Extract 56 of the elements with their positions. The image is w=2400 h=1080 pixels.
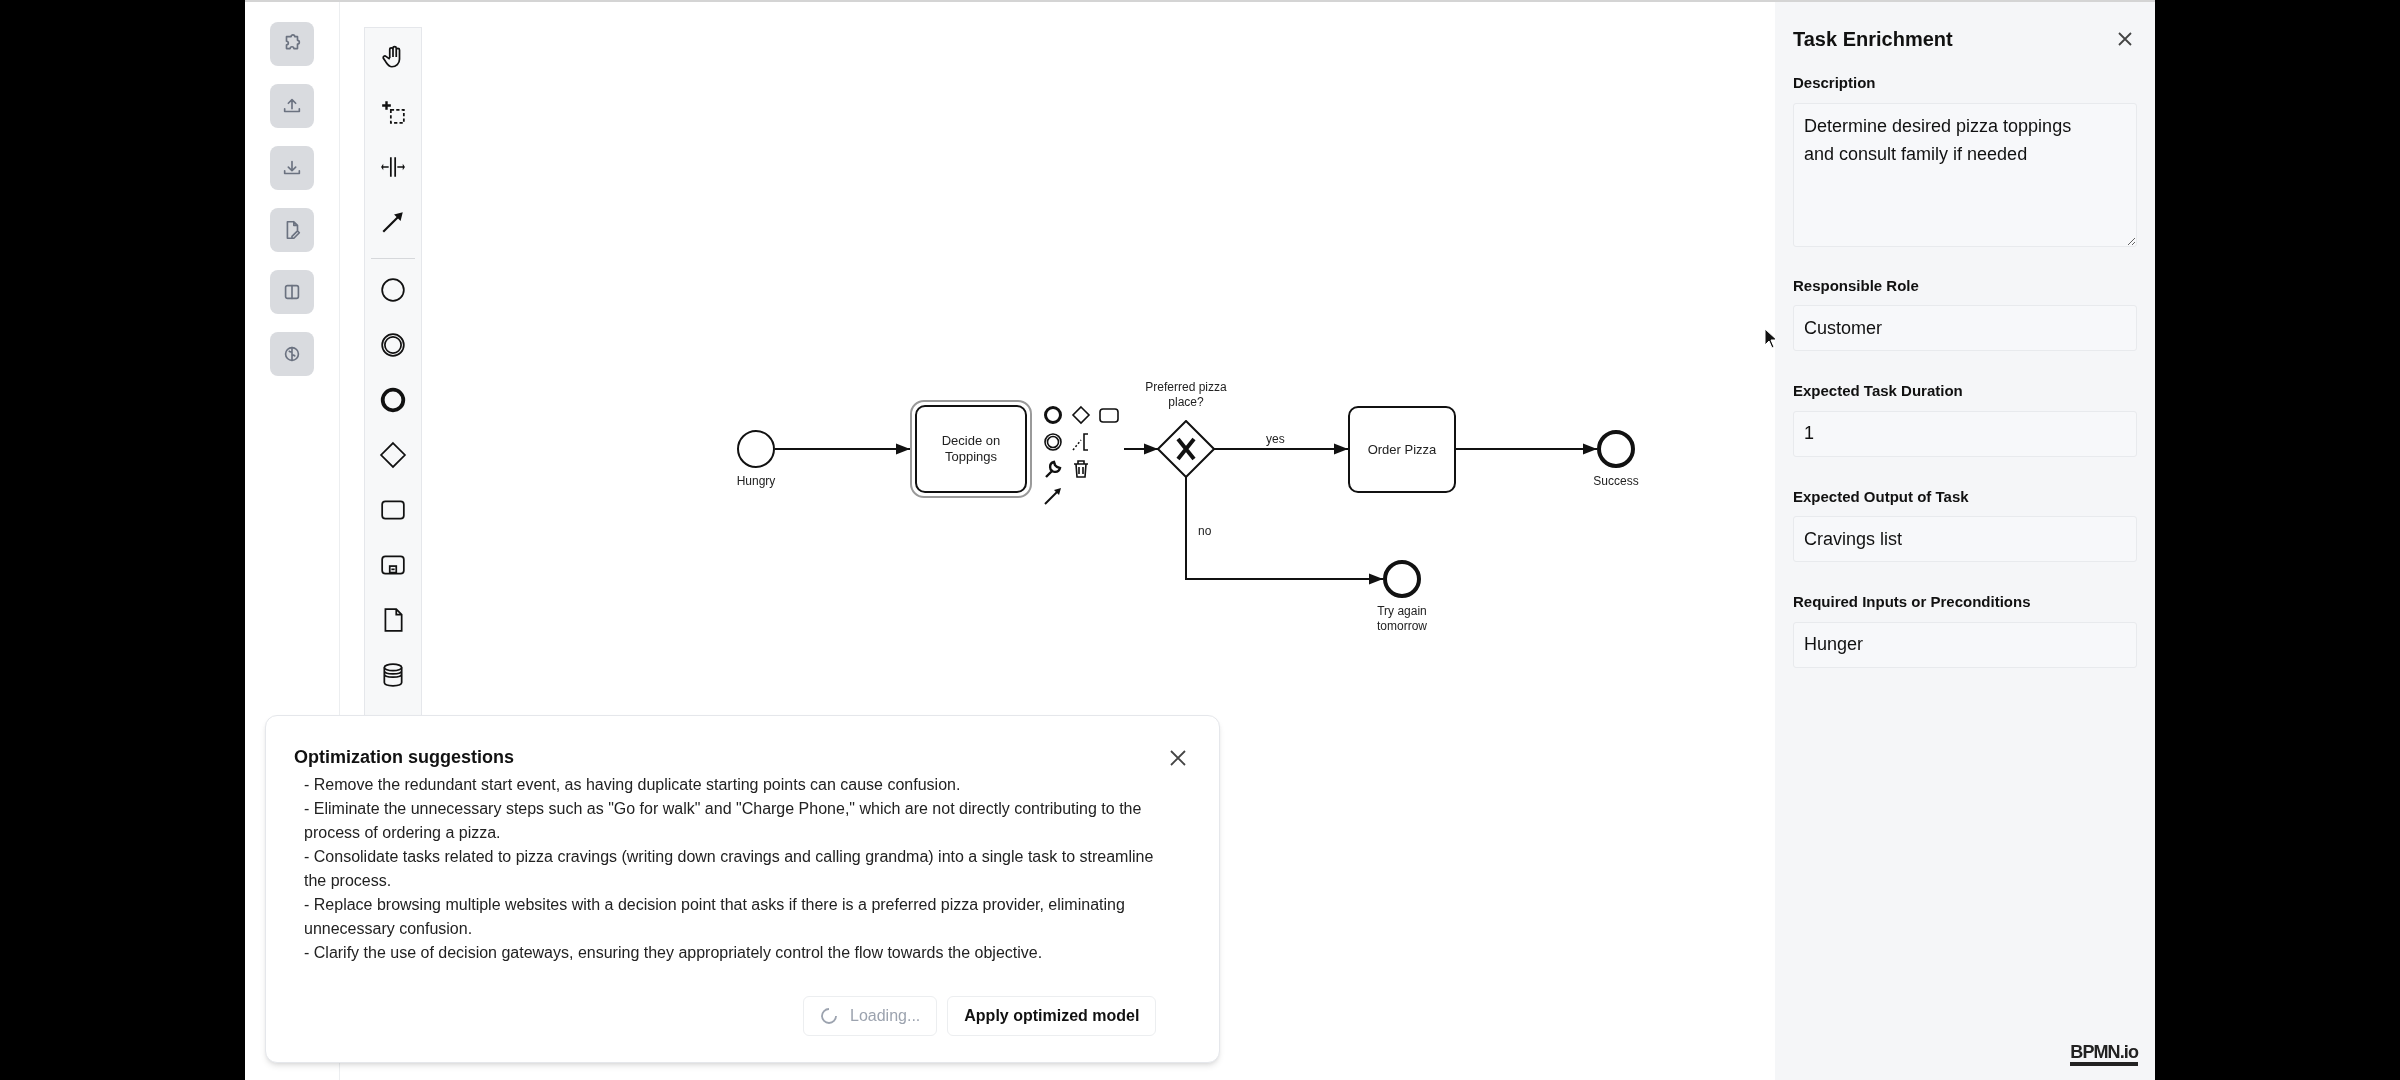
close-icon bbox=[1168, 747, 1188, 768]
input-field[interactable]: Hunger bbox=[1793, 621, 2137, 668]
end-event-icon[interactable] bbox=[1041, 403, 1064, 426]
suggestion-text: - Remove the redundant start event, as having duplicate starting points can cause confusion. bbox=[304, 775, 962, 795]
sequence-flow[interactable] bbox=[1185, 476, 1384, 585]
apply-button[interactable]: Apply optimized model bbox=[947, 996, 1157, 1036]
lasso-icon bbox=[380, 99, 406, 125]
field-label: Required Inputs or Preconditions bbox=[1793, 592, 2032, 612]
puzzle-button[interactable] bbox=[270, 22, 314, 66]
close-icon bbox=[2116, 30, 2134, 48]
sequence-flow[interactable] bbox=[1455, 443, 1598, 455]
panel-title: Task Enrichment bbox=[1793, 27, 1953, 52]
double-circle-icon bbox=[380, 332, 406, 358]
thick-circle-icon bbox=[380, 387, 406, 413]
rounded-rect-icon bbox=[380, 497, 406, 523]
field-label: Expected Task Duration bbox=[1793, 381, 1964, 401]
spinner-icon bbox=[820, 1007, 838, 1025]
double-circle-icon[interactable] bbox=[1041, 430, 1064, 453]
input-field[interactable]: 1 bbox=[1793, 410, 2137, 457]
sequence-flow[interactable] bbox=[1123, 443, 1159, 455]
suggestion-text: - Consolidate tasks related to pizza cravings (writing down cravings and calling grandma) into a single task to streamline the process. bbox=[304, 847, 1155, 891]
end-event[interactable] bbox=[1383, 560, 1421, 598]
diamond-icon[interactable] bbox=[1069, 403, 1092, 426]
task-box[interactable]: Decide on Toppings bbox=[910, 400, 1032, 498]
start-event[interactable] bbox=[737, 430, 775, 468]
dialog-title: Optimization suggestions bbox=[294, 746, 514, 769]
event-label: Hungry bbox=[735, 474, 777, 489]
circle-icon bbox=[380, 277, 406, 303]
text-area[interactable]: Determine desired pizza toppings and consult family if needed bbox=[1793, 102, 2137, 247]
field-label: Description bbox=[1793, 73, 1877, 93]
field-label: Expected Output of Task bbox=[1793, 486, 1970, 507]
arrow-icon bbox=[380, 209, 406, 235]
suggestion-text: - Replace browsing multiple websites with a decision point that asks if there is a preferred pizza provider, eliminating unnecessary confusion. bbox=[304, 895, 1126, 939]
flow-label: no bbox=[1198, 524, 1212, 539]
gateway-label: Preferred pizza place? bbox=[1144, 380, 1228, 410]
suggestion-text: - Clarify the use of decision gateways, ensuring they appropriately control the flow towards the objective. bbox=[304, 943, 1044, 963]
columns-button[interactable] bbox=[270, 270, 314, 314]
subprocess-icon bbox=[380, 552, 406, 578]
exclusive-gateway[interactable] bbox=[1157, 420, 1215, 478]
file-edit-button[interactable] bbox=[270, 208, 314, 252]
input-field[interactable]: Cravings list bbox=[1793, 516, 2137, 562]
suggestion-text: - Eliminate the unnecessary steps such as "Go for walk" and "Charge Phone," which are not directly contributing to the process of ordering a pizza. bbox=[304, 799, 1143, 843]
task-box[interactable]: Order Pizza bbox=[1348, 406, 1456, 493]
event-label: Success bbox=[1592, 474, 1640, 489]
download-button[interactable] bbox=[270, 146, 314, 190]
event-label: Try again tomorrow bbox=[1376, 604, 1428, 634]
logo-link[interactable]: BPMN.io bbox=[2070, 1042, 2138, 1066]
upload-button[interactable] bbox=[270, 84, 314, 128]
flow-label: yes bbox=[1266, 432, 1285, 447]
space-tool-icon bbox=[380, 154, 406, 180]
database-icon bbox=[380, 662, 406, 688]
end-event[interactable] bbox=[1597, 430, 1635, 468]
field-label: Responsible Role bbox=[1793, 275, 1920, 296]
sequence-flow[interactable] bbox=[774, 443, 911, 455]
input-field[interactable]: Customer bbox=[1793, 305, 2137, 351]
diamond-icon bbox=[380, 442, 406, 468]
